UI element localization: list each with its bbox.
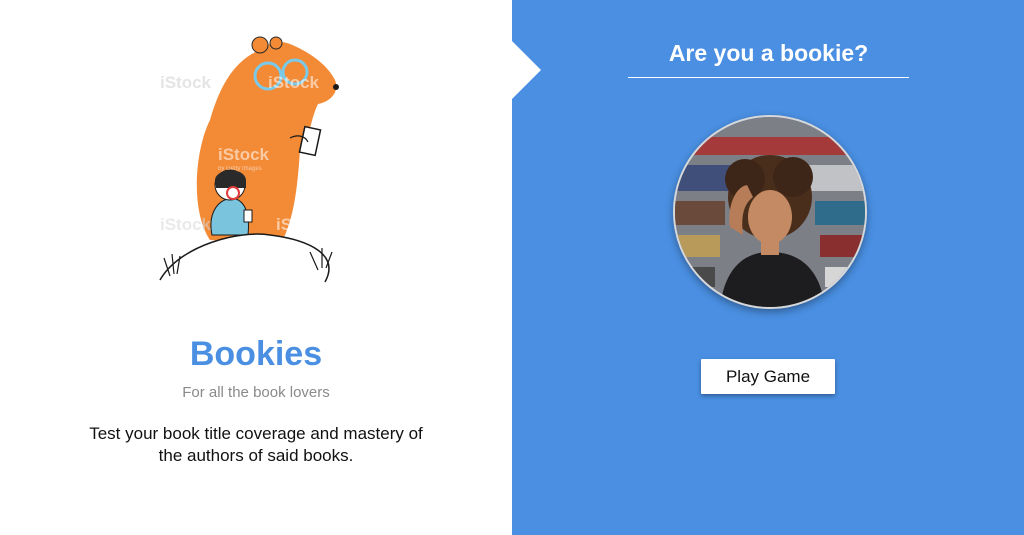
panel-pointer (512, 41, 541, 99)
bear-reading-illustration: iStock iStock iStock by Getty Images iSt… (150, 30, 380, 290)
watermark-text: iStock (276, 215, 328, 234)
watermark-text: iStock (218, 145, 270, 164)
portrait-photo (673, 115, 867, 309)
watermark-text: iStock (268, 73, 320, 92)
app-title: Bookies (189, 335, 323, 373)
question-divider (628, 77, 909, 78)
app-description: Test your book title coverage and master… (89, 424, 423, 465)
app-tagline: For all the book lovers (182, 384, 330, 401)
watermark-subtext: by Getty Images (218, 166, 262, 172)
play-game-button[interactable]: Play Game (701, 359, 835, 394)
info-panel: iStock iStock iStock by Getty Images iSt… (0, 0, 512, 535)
watermark-text: iStock (160, 73, 212, 92)
play-question: Are you a bookie? (668, 40, 869, 66)
watermark-text: iStock (160, 215, 212, 234)
